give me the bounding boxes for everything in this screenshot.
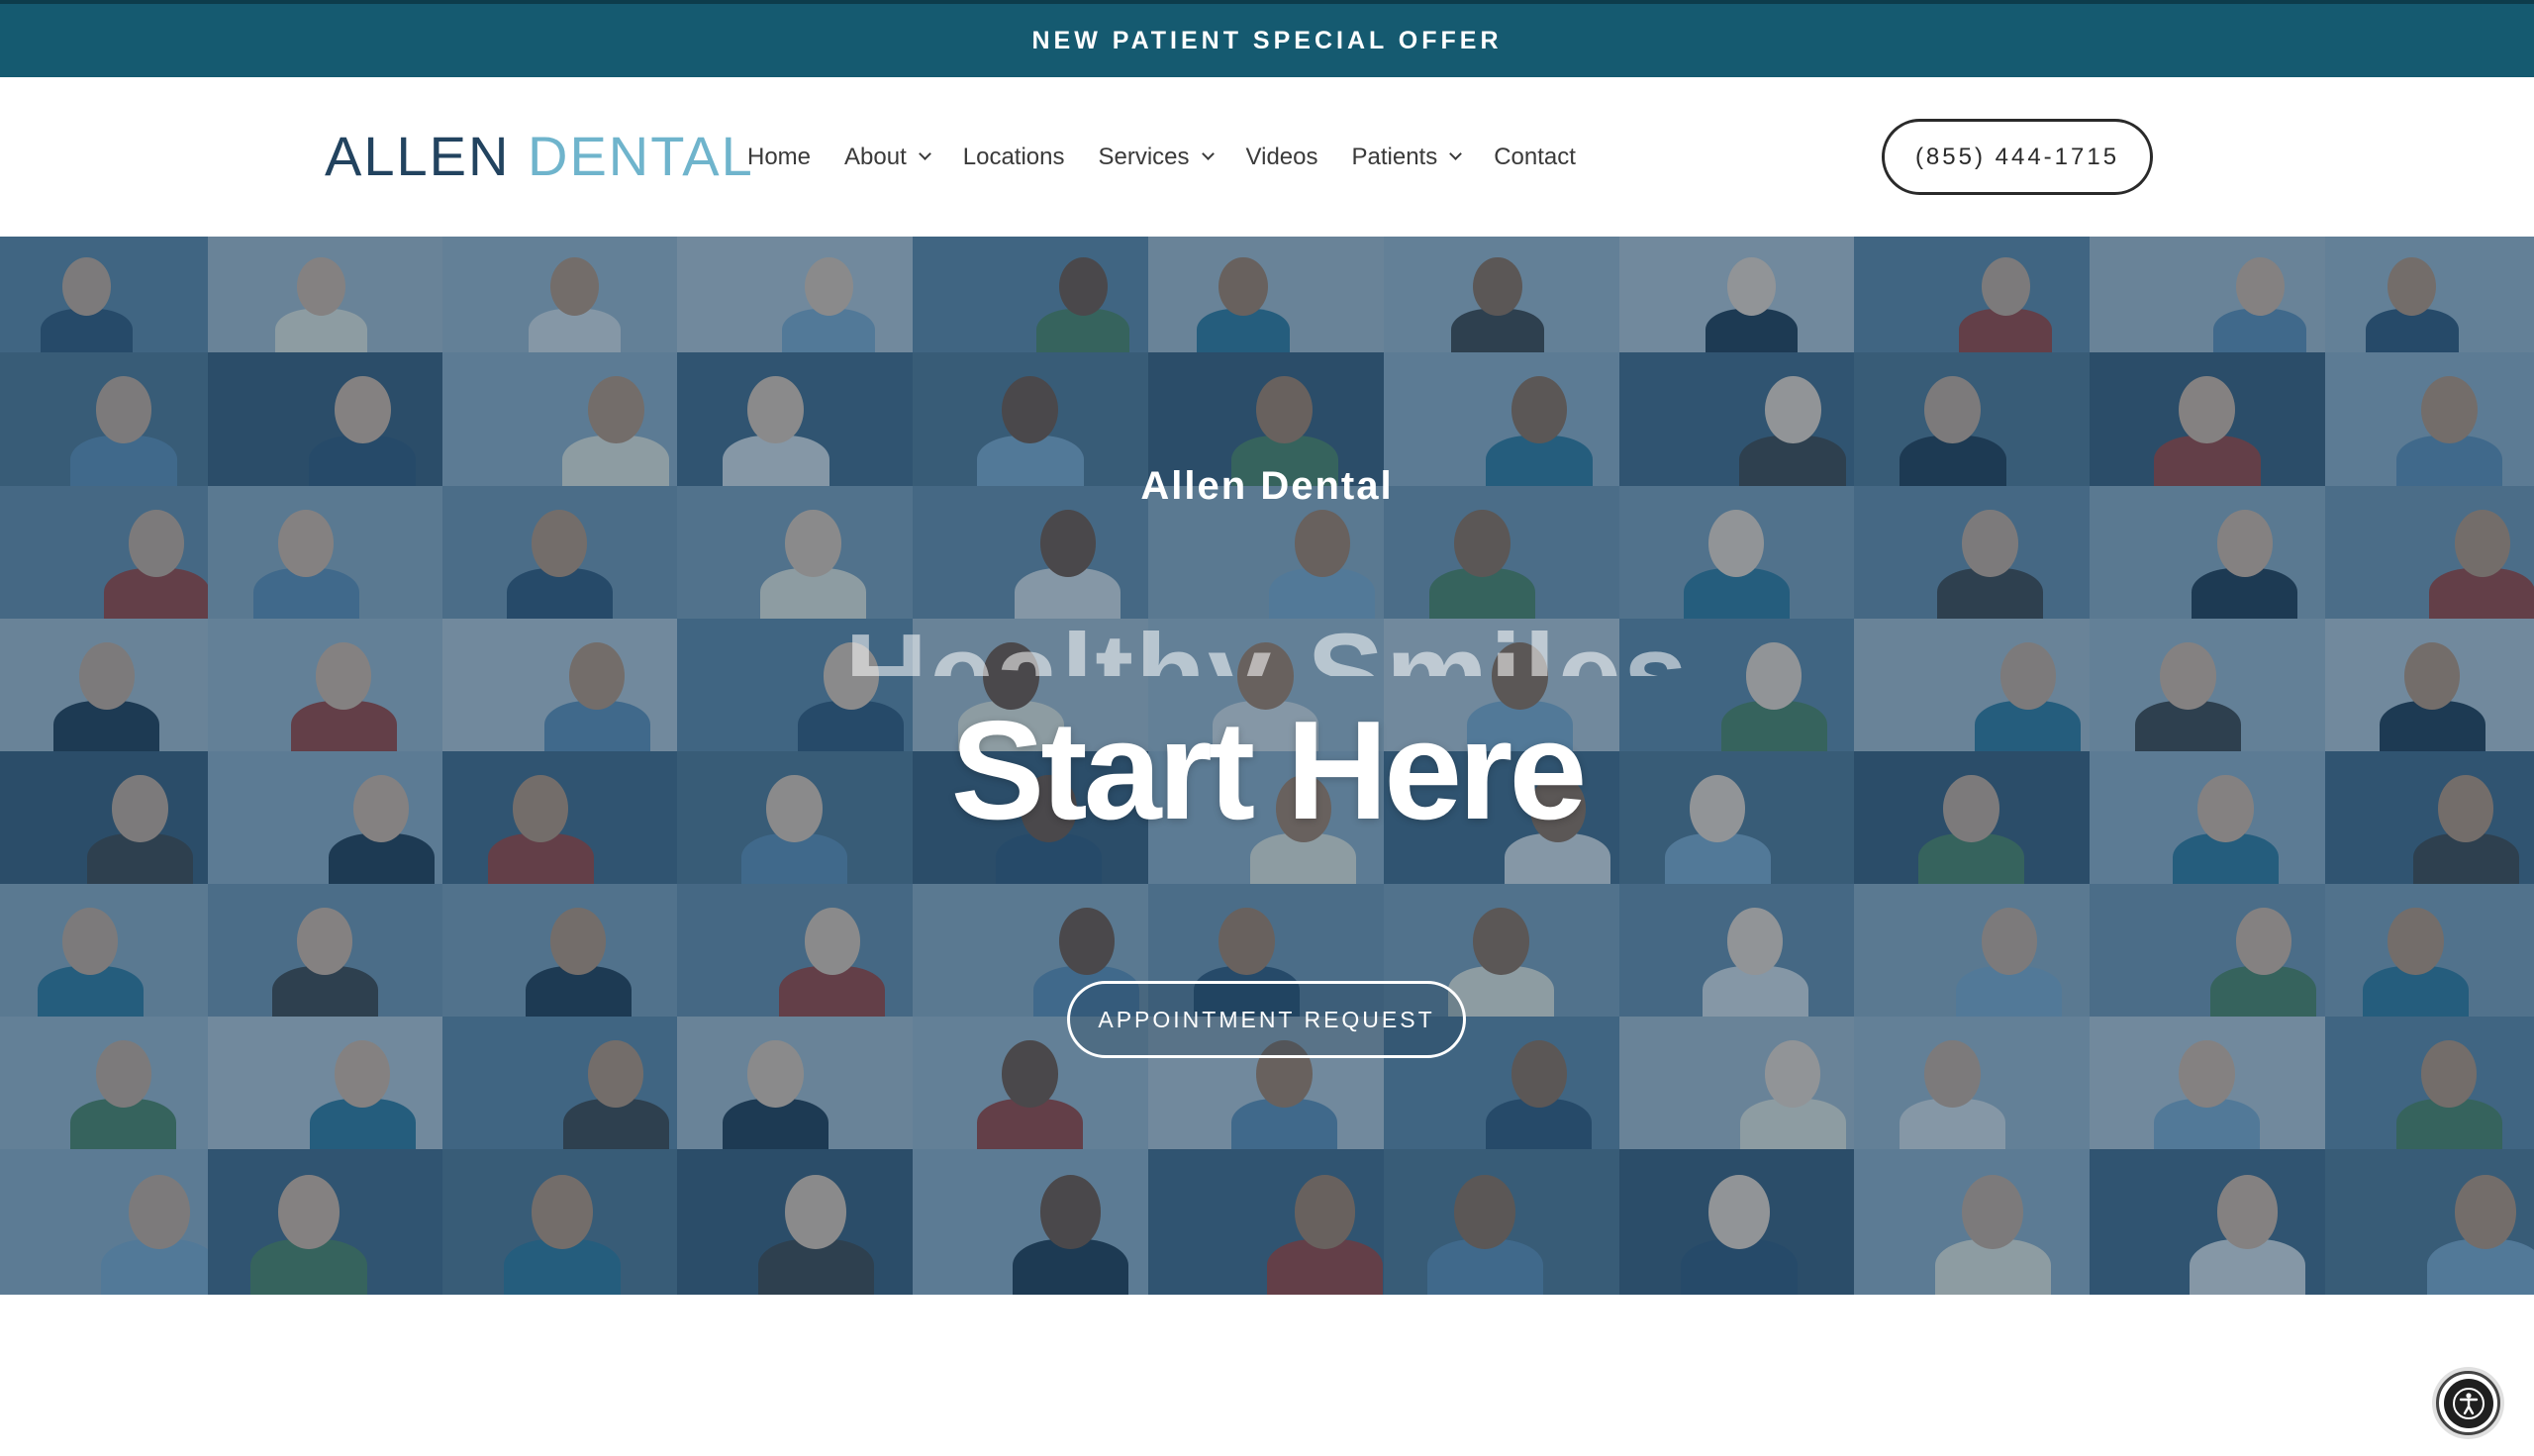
logo-text-allen: ALLEN <box>325 125 511 187</box>
hero-title: Start Here <box>950 692 1588 849</box>
nav-videos[interactable]: Videos <box>1246 144 1318 171</box>
chevron-down-icon <box>1201 147 1215 160</box>
chevron-down-icon <box>1449 147 1463 160</box>
nav-contact-label: Contact <box>1494 143 1576 170</box>
promo-bar: NEW PATIENT SPECIAL OFFER <box>0 0 2534 77</box>
nav-videos-label: Videos <box>1245 143 1318 170</box>
phone-button[interactable]: (855) 444-1715 <box>1882 119 2153 195</box>
hero-section: Allen Dental Healthy Smiles Start Here A… <box>0 237 2534 1295</box>
nav-locations-label: Locations <box>962 143 1065 170</box>
hero-kicker: Allen Dental <box>1140 464 1394 508</box>
site-logo[interactable]: ALLEN DENTAL <box>325 125 754 188</box>
logo-text-dental: DENTAL <box>528 125 754 187</box>
nav-services[interactable]: Services <box>1098 143 1215 171</box>
new-patient-offer-link[interactable]: NEW PATIENT SPECIAL OFFER <box>1031 27 1502 55</box>
nav-about-label: About <box>844 143 907 170</box>
nav-home[interactable]: Home <box>747 144 811 171</box>
site-header: ALLEN DENTAL Home About Locations Servic… <box>0 77 2534 237</box>
hero-content: Allen Dental Healthy Smiles Start Here A… <box>0 237 2534 1295</box>
nav-patients-label: Patients <box>1351 143 1438 170</box>
chevron-down-icon <box>918 147 931 160</box>
appointment-request-button[interactable]: APPOINTMENT REQUEST <box>1067 981 1466 1058</box>
nav-about[interactable]: About <box>844 143 931 171</box>
hero-rotating-text-label: Healthy Smiles <box>844 610 1690 676</box>
hero-rotating-text: Healthy Smiles <box>0 605 2534 676</box>
nav-services-label: Services <box>1098 143 1190 170</box>
nav-patients[interactable]: Patients <box>1351 143 1463 171</box>
main-navigation: Home About Locations Services Videos Pat… <box>747 77 1609 237</box>
accessibility-icon <box>2443 1378 2493 1428</box>
nav-contact[interactable]: Contact <box>1494 144 1576 171</box>
nav-home-label: Home <box>747 143 812 170</box>
accessibility-button[interactable] <box>2436 1371 2500 1435</box>
nav-locations[interactable]: Locations <box>963 144 1065 171</box>
